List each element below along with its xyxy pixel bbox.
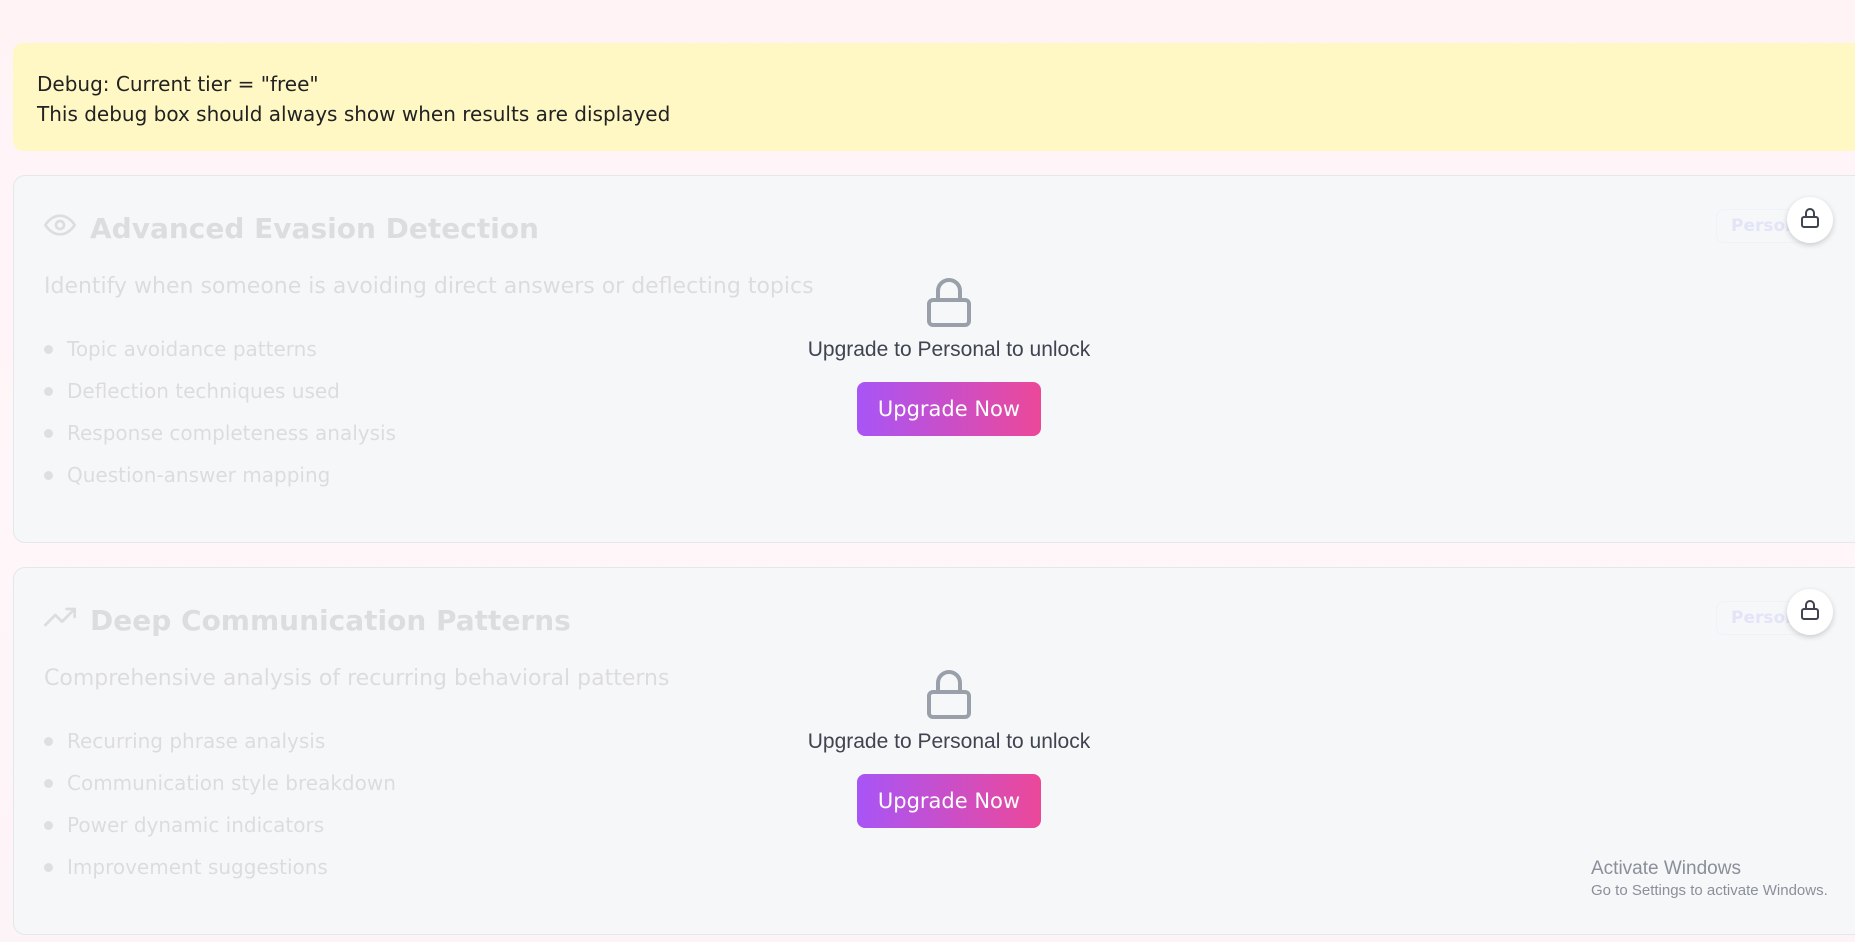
feature-list: Recurring phrase analysis Communication … <box>44 720 396 888</box>
bullet <box>44 862 53 872</box>
bullet <box>44 470 53 480</box>
watermark-title: Activate Windows <box>1591 858 1741 879</box>
card-title-text: Deep Communication Patterns <box>90 603 571 637</box>
bullet <box>44 428 53 438</box>
feature-card-communication-patterns: Deep Communication Patterns Comprehensiv… <box>13 567 1855 935</box>
debug-box: Debug: Current tier = "free" This debug … <box>13 43 1855 151</box>
lock-badge <box>1787 197 1833 243</box>
list-item: Improvement suggestions <box>44 846 396 888</box>
lock-icon <box>924 668 974 720</box>
upgrade-message: Upgrade to Personal to unlock <box>807 730 1091 753</box>
list-item: Deflection techniques used <box>44 370 396 412</box>
card-description: Comprehensive analysis of recurring beha… <box>44 666 670 691</box>
list-item: Communication style breakdown <box>44 762 396 804</box>
card-title: Advanced Evasion Detection <box>44 208 539 248</box>
upgrade-message: Upgrade to Personal to unlock <box>807 338 1091 361</box>
feature-card-evasion-detection: Advanced Evasion Detection Identify when… <box>13 175 1855 543</box>
feature-label: Topic avoidance patterns <box>67 337 317 361</box>
upgrade-overlay: Upgrade to Personal to unlock Upgrade No… <box>784 276 1114 436</box>
lock-icon <box>1798 206 1822 234</box>
upgrade-now-button[interactable]: Upgrade Now <box>857 382 1041 436</box>
bullet <box>44 820 53 830</box>
list-item: Power dynamic indicators <box>44 804 396 846</box>
list-item: Topic avoidance patterns <box>44 328 396 370</box>
feature-label: Question-answer mapping <box>67 463 331 487</box>
upgrade-overlay: Upgrade to Personal to unlock Upgrade No… <box>784 668 1114 828</box>
bullet <box>44 736 53 746</box>
feature-label: Response completeness analysis <box>67 421 396 445</box>
list-item: Question-answer mapping <box>44 454 396 496</box>
feature-label: Recurring phrase analysis <box>67 729 326 753</box>
debug-tier-text: Debug: Current tier = "free" <box>37 72 319 96</box>
feature-label: Improvement suggestions <box>67 855 328 879</box>
watermark-subtitle: Go to Settings to activate Windows. <box>1591 882 1828 899</box>
bullet <box>44 344 53 354</box>
lock-icon <box>924 276 974 328</box>
card-title: Deep Communication Patterns <box>44 600 571 640</box>
list-item: Response completeness analysis <box>44 412 396 454</box>
feature-label: Communication style breakdown <box>67 771 396 795</box>
list-item: Recurring phrase analysis <box>44 720 396 762</box>
lock-badge <box>1787 589 1833 635</box>
lock-icon <box>1798 598 1822 626</box>
activate-windows-watermark: Activate Windows Go to Settings to activ… <box>1591 857 1828 901</box>
eye-icon <box>44 209 76 248</box>
upgrade-now-button[interactable]: Upgrade Now <box>857 774 1041 828</box>
feature-list: Topic avoidance patterns Deflection tech… <box>44 328 396 496</box>
debug-note-text: This debug box should always show when r… <box>37 102 671 126</box>
bullet <box>44 778 53 788</box>
card-description: Identify when someone is avoiding direct… <box>44 274 814 299</box>
bullet <box>44 386 53 396</box>
card-title-text: Advanced Evasion Detection <box>90 211 539 245</box>
trending-up-icon <box>44 601 76 640</box>
feature-label: Power dynamic indicators <box>67 813 325 837</box>
feature-label: Deflection techniques used <box>67 379 340 403</box>
